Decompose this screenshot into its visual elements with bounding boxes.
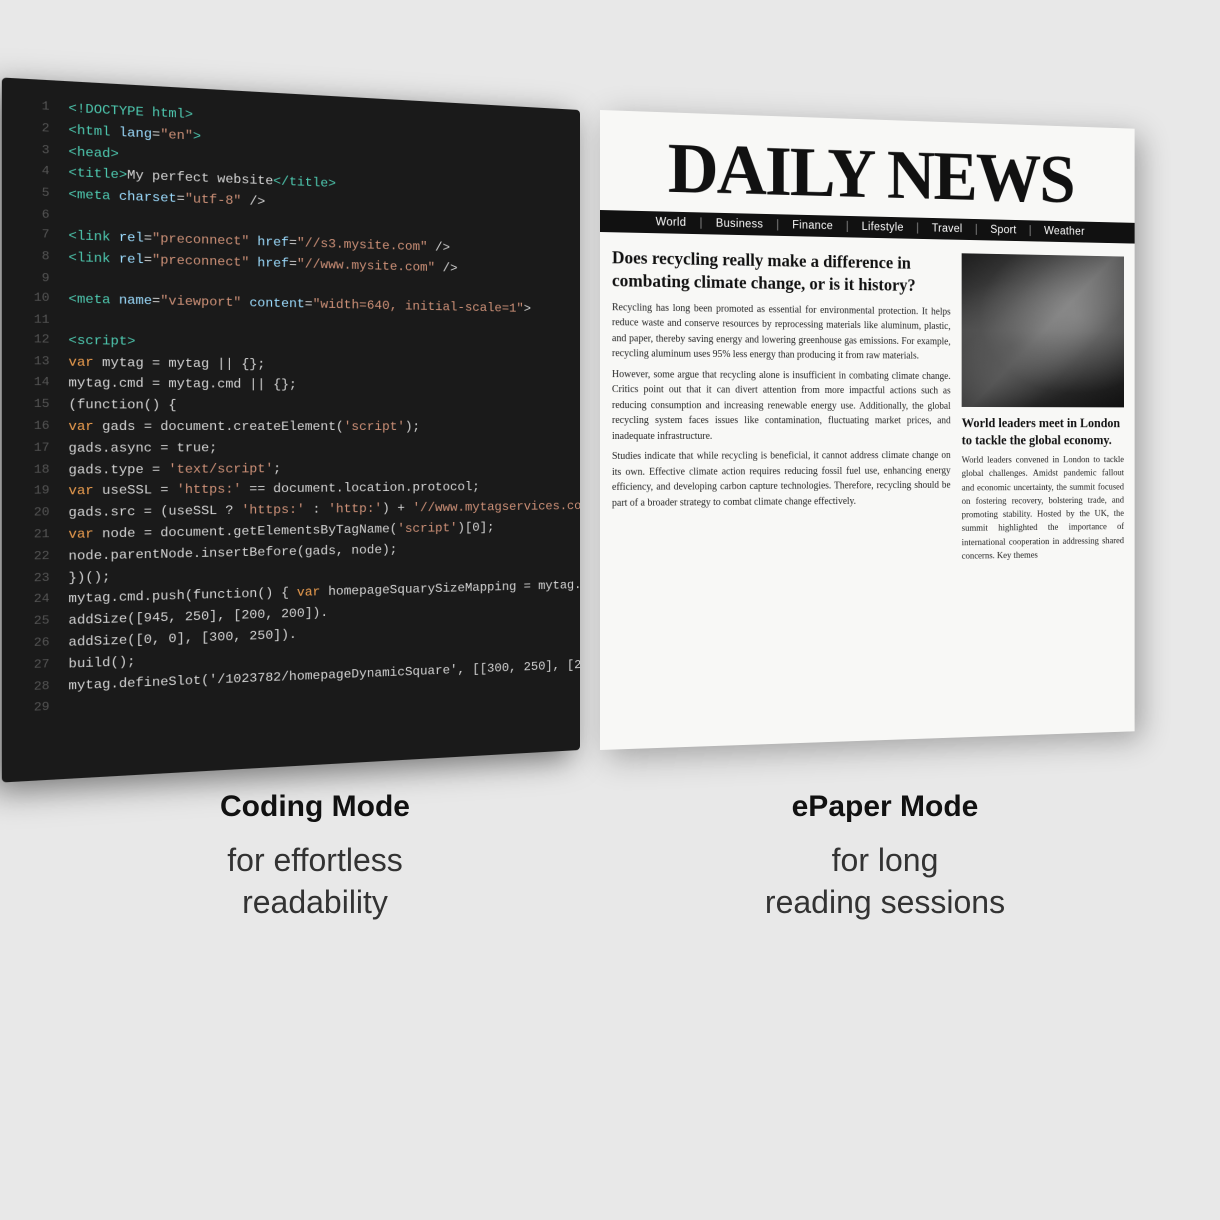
article-headline: Does recycling really make a difference … [612,246,951,297]
epaper-mode-subtitle: for longreading sessions [600,840,1170,923]
code-area: 1<!DOCTYPE html>2<html lang="en">3<head>… [2,77,580,737]
line-number: 7 [16,225,49,248]
line-number: 25 [16,612,49,635]
line-number: 24 [16,590,49,613]
nav-separator: | [913,222,923,234]
article-body: Recycling has long been promoted as esse… [612,300,951,511]
line-number: 9 [16,268,49,289]
line-number: 27 [16,655,49,678]
side-body: World leaders convened in London to tack… [962,454,1124,564]
top-section: 1<!DOCTYPE html>2<html lang="en">3<head>… [0,0,1220,780]
line-number: 11 [16,310,49,330]
epaper-mode-title: ePaper Mode [600,790,1170,824]
line-number: 28 [16,677,49,700]
line-number: 4 [16,161,49,184]
line-number: 21 [16,525,49,547]
code-line: 14 mytag.cmd = mytag.cmd || {}; [2,373,580,398]
nav-item-business[interactable]: Business [716,218,763,231]
code-line: 15 (function() { [2,395,580,418]
article-image-inner [962,253,1124,407]
img-overlay [962,253,1124,407]
line-number: 18 [16,460,49,482]
newspaper-title: DAILY NEWS [620,131,1117,215]
coding-mode-block: Coding Mode for effortlessreadability [50,790,580,923]
article-side: World leaders meet in London to tackle t… [962,253,1124,563]
line-content: gads.async = true; [68,438,217,460]
line-number: 8 [16,246,49,269]
nav-separator: | [1026,225,1035,237]
line-content: gads.type = 'text/script'; [68,459,281,482]
nav-item-finance[interactable]: Finance [792,220,833,233]
line-content: build(); [68,652,135,676]
line-number: 19 [16,482,49,504]
nav-item-world[interactable]: World [656,216,687,229]
line-number: 6 [16,205,49,226]
line-number: 13 [16,352,49,374]
line-content: mytag.cmd = mytag.cmd || {}; [68,374,296,397]
nav-item-lifestyle[interactable]: Lifestyle [862,221,904,234]
line-content: <head> [68,142,118,166]
line-number: 12 [16,330,49,352]
line-content: var gads = document.createElement('scrip… [68,417,420,439]
coding-mode-subtitle: for effortlessreadability [50,840,580,923]
line-content: })(); [68,567,110,590]
coding-mode-title: Coding Mode [50,790,580,824]
line-number: 5 [16,183,49,206]
nav-separator: | [972,224,981,236]
line-number: 3 [16,139,49,162]
line-number: 10 [16,288,49,310]
epaper-mode-block: ePaper Mode for longreading sessions [600,790,1170,923]
bottom-section: Coding Mode for effortlessreadability eP… [0,790,1220,923]
line-content: <script> [68,331,135,353]
nav-item-sport[interactable]: Sport [990,224,1016,236]
line-number: 29 [16,698,49,719]
line-number: 14 [16,373,49,395]
line-number: 2 [16,118,49,141]
newspaper-content: Does recycling really make a difference … [600,232,1135,583]
coding-panel: 1<!DOCTYPE html>2<html lang="en">3<head>… [2,77,580,782]
line-number: 15 [16,395,49,417]
line-number: 16 [16,417,49,439]
newspaper-header: DAILY NEWS [600,110,1135,223]
line-number: 26 [16,633,49,656]
line-content: (function() { [68,395,176,417]
side-headline: World leaders meet in London to tackle t… [962,415,1124,449]
article-main: Does recycling really make a difference … [612,246,951,569]
line-number: 22 [16,547,49,569]
line-number: 17 [16,439,49,461]
nav-separator: | [843,221,853,233]
line-number: 1 [16,96,49,119]
nav-separator: | [696,217,706,229]
line-content: var mytag = mytag || {}; [68,352,265,375]
line-number: 23 [16,568,49,590]
code-line: 17 gads.async = true; [2,438,580,461]
article-image [962,253,1124,407]
code-line: 16 var gads = document.createElement('sc… [2,417,580,439]
line-number: 20 [16,503,49,525]
nav-separator: | [773,219,783,231]
newspaper-panel: DAILY NEWS World | Business | Finance | … [600,110,1135,750]
nav-item-travel[interactable]: Travel [932,223,963,235]
nav-item-weather[interactable]: Weather [1044,225,1085,237]
